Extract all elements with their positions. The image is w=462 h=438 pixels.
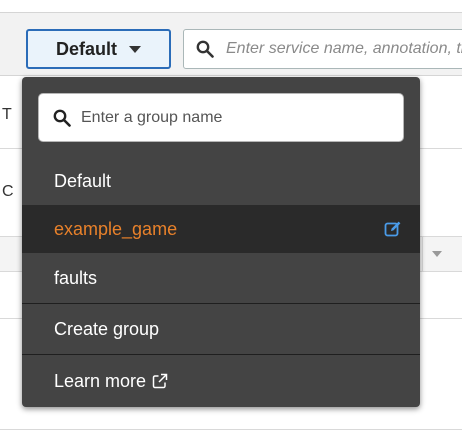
search-icon (196, 40, 214, 58)
create-group-label: Create group (54, 318, 160, 339)
search-icon (53, 109, 71, 127)
learn-more-label: Learn more (54, 370, 147, 391)
sort-column-button[interactable] (422, 236, 450, 272)
group-item-default[interactable]: Default (22, 157, 420, 205)
group-select-label: Default (55, 38, 117, 59)
group-item-faults[interactable]: faults (22, 253, 420, 303)
toolbar: Default (0, 12, 462, 76)
service-search-input[interactable] (224, 39, 462, 59)
external-link-icon (152, 373, 168, 389)
group-search-input[interactable] (79, 107, 379, 128)
sort-caret-icon (431, 251, 442, 257)
footer-divider (0, 429, 462, 430)
learn-more-link[interactable]: Learn more (22, 355, 420, 407)
group-item-label: faults (54, 267, 98, 288)
edit-icon[interactable] (384, 220, 402, 238)
create-group-item[interactable]: Create group (22, 304, 420, 354)
background-text-peek-a: T (2, 106, 12, 123)
group-select-button[interactable]: Default (26, 29, 171, 69)
group-dropdown-menu: Default example_game faults Create group… (22, 77, 420, 407)
group-search-box[interactable] (38, 93, 404, 142)
group-item-label: example_game (54, 218, 178, 239)
caret-down-icon (129, 45, 141, 53)
group-item-example-game[interactable]: example_game (22, 205, 420, 253)
background-text-peek-b: C (2, 183, 14, 200)
group-item-label: Default (54, 170, 112, 191)
service-search-bar[interactable] (183, 29, 462, 69)
